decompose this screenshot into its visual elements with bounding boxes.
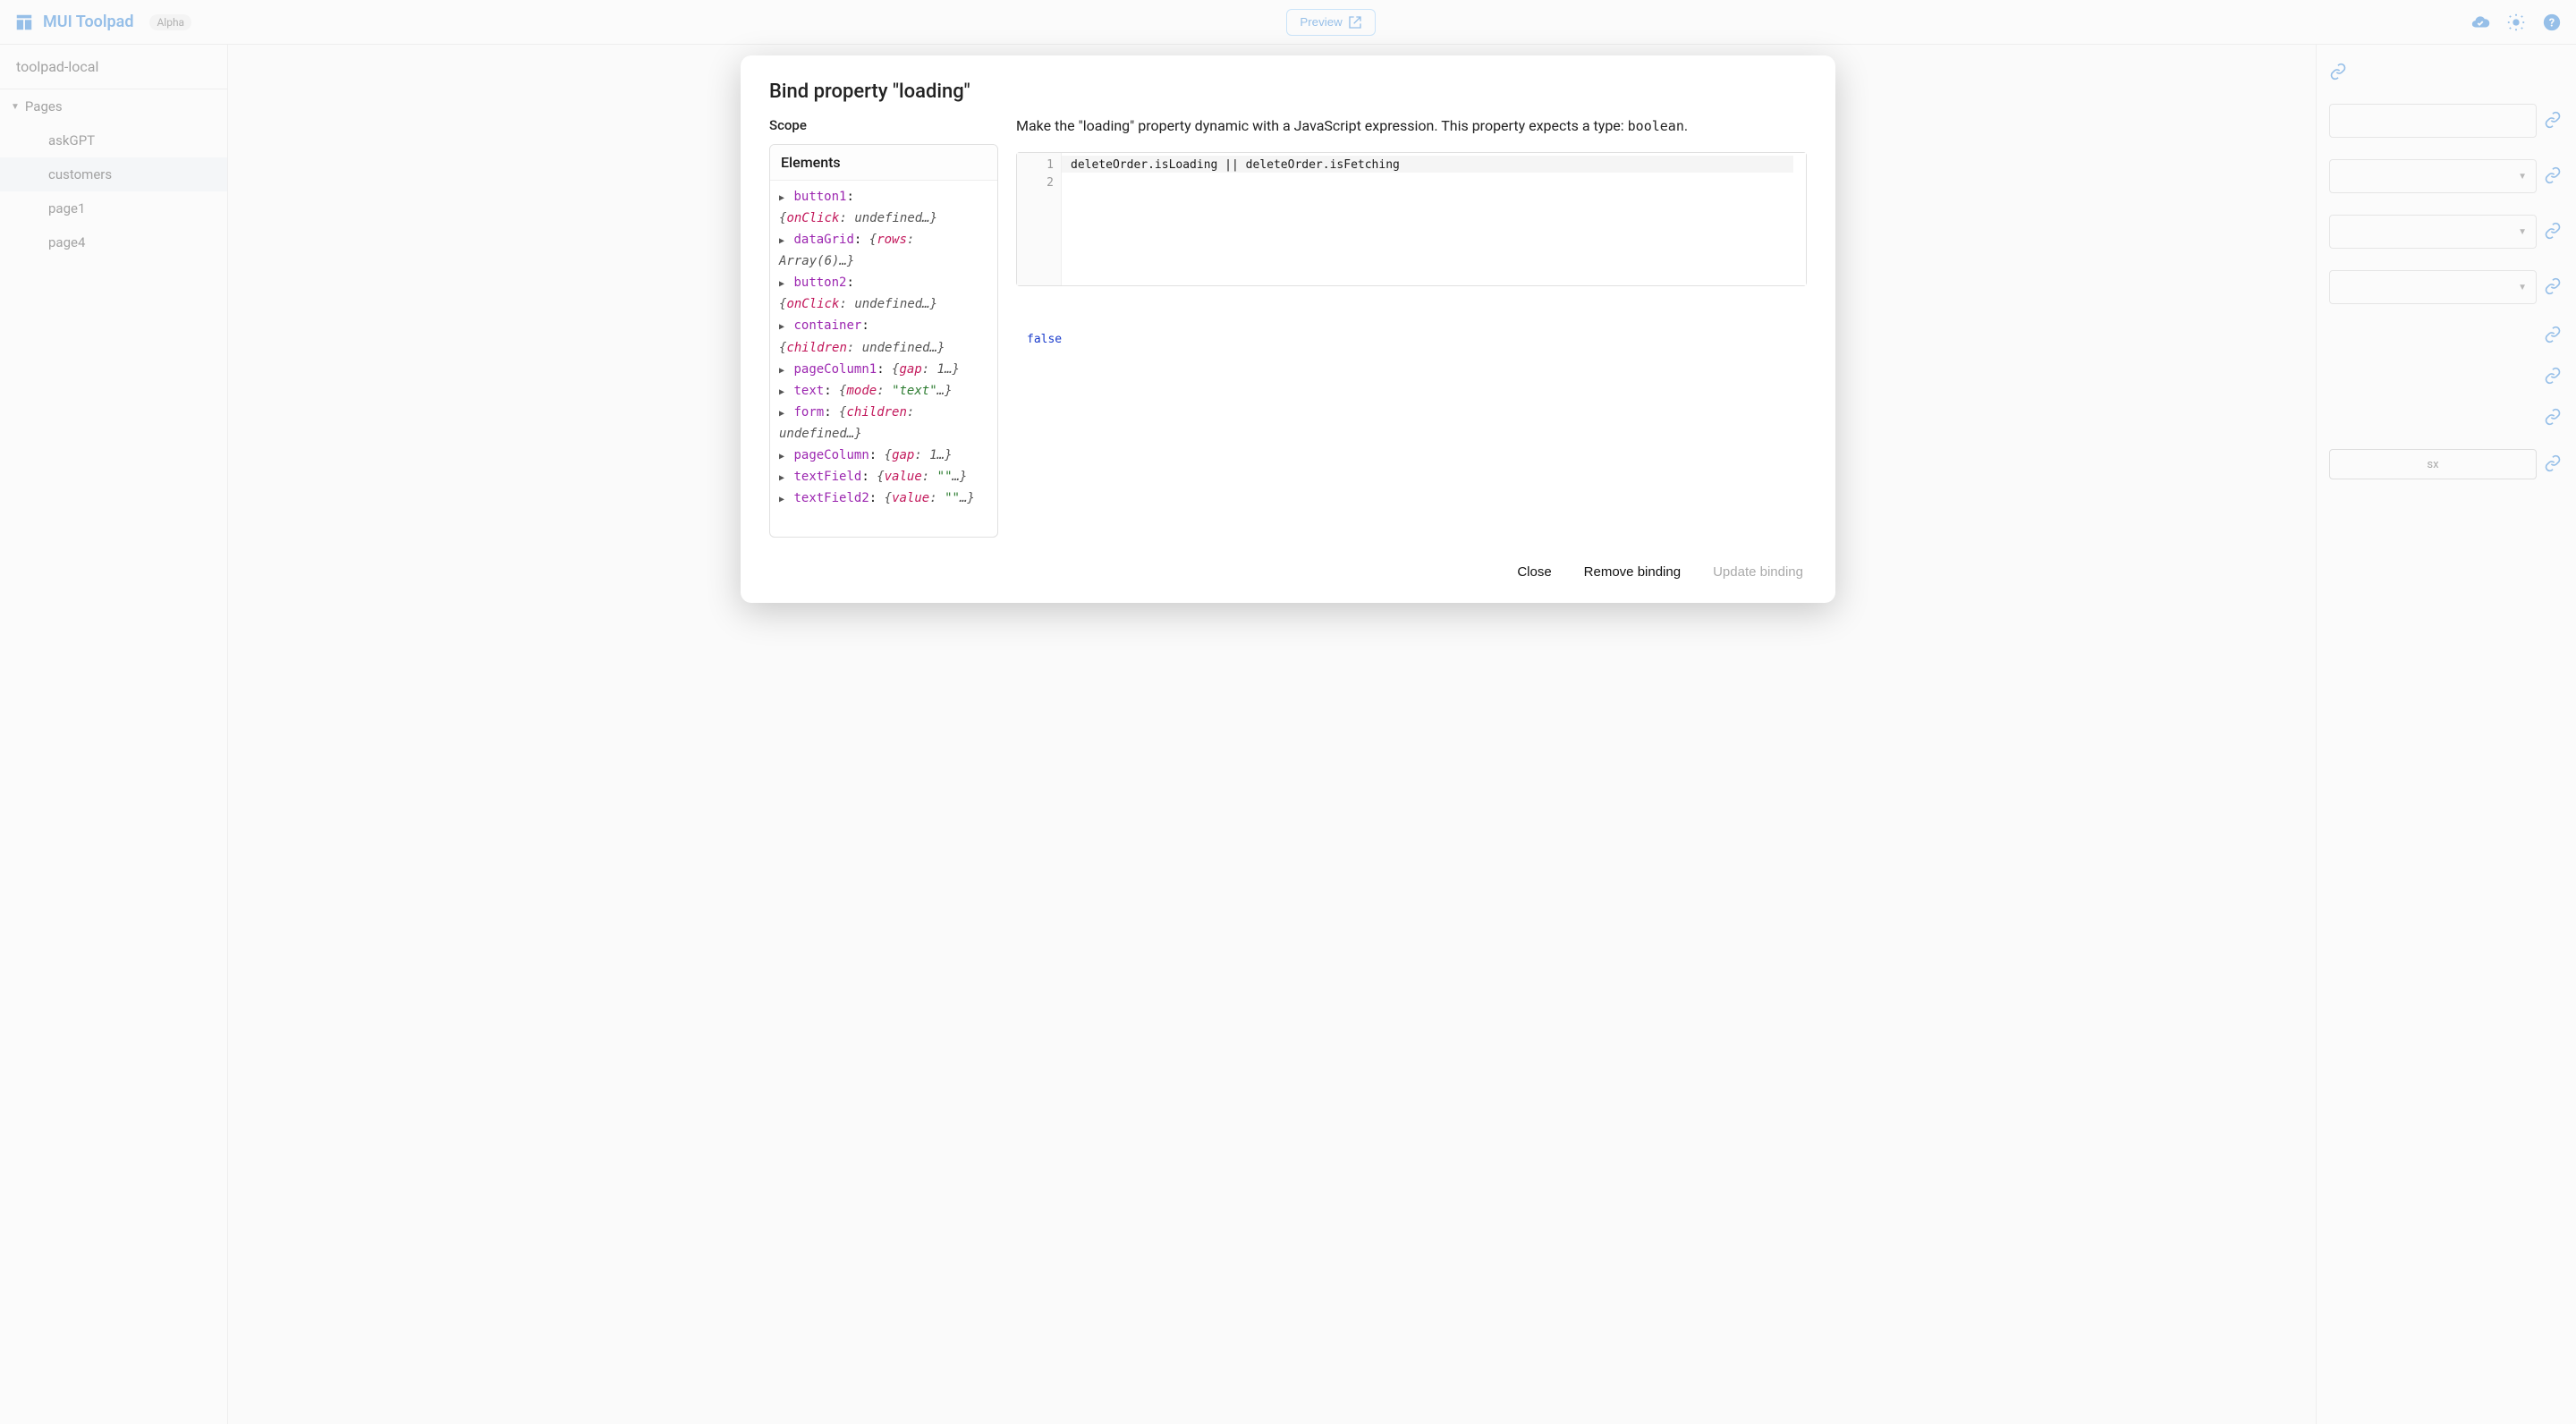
bind-property-dialog: Bind property "loading" Scope Elements ▶… — [741, 55, 1835, 603]
expression-help: Make the "loading" property dynamic with… — [1016, 117, 1807, 134]
expression-result: false — [1016, 333, 1807, 346]
modal-overlay: Bind property "loading" Scope Elements ▶… — [0, 0, 2576, 1424]
scope-tree[interactable]: ▶ button1:{onClick: undefined…}▶ dataGri… — [770, 180, 997, 537]
editor-gutter: 1 2 — [1017, 153, 1062, 285]
dialog-title: Bind property "loading" — [769, 81, 1807, 103]
elements-header: Elements — [770, 145, 997, 180]
update-binding-button[interactable]: Update binding — [1709, 559, 1807, 585]
scope-elements-card: Elements ▶ button1:{onClick: undefined…}… — [769, 144, 998, 538]
remove-binding-button[interactable]: Remove binding — [1580, 559, 1684, 585]
close-button[interactable]: Close — [1513, 559, 1555, 585]
expression-editor[interactable]: 1 2 deleteOrder.isLoading || deleteOrder… — [1016, 152, 1807, 286]
editor-code: deleteOrder.isLoading || deleteOrder.isF… — [1071, 157, 1797, 174]
scope-label: Scope — [769, 117, 998, 133]
